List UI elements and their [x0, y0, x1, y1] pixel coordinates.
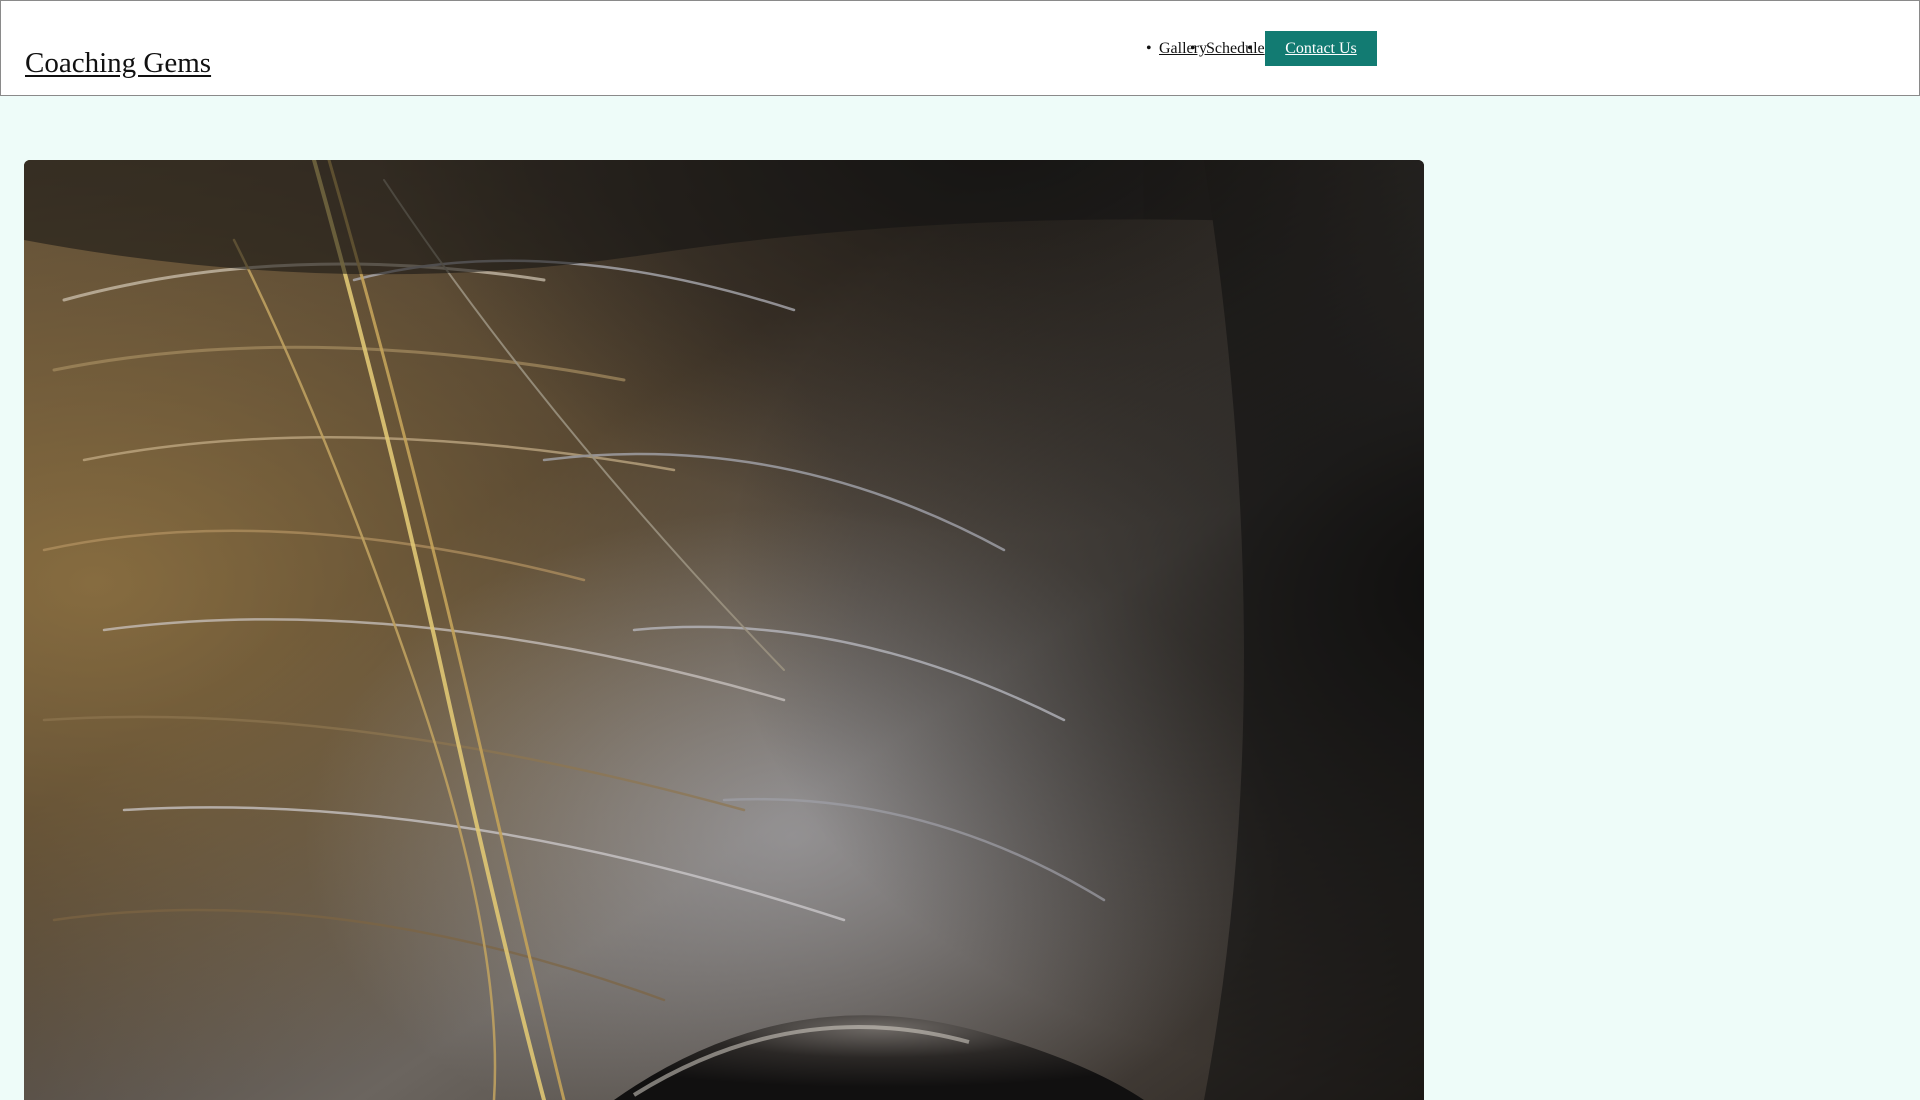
nav-bullet-icon: • [1146, 40, 1152, 57]
horse-fur-photo-graphic [24, 160, 1424, 1100]
nav-link-gallery[interactable]: Gallery [1159, 40, 1207, 58]
hero-image [24, 160, 1424, 1100]
contact-us-button[interactable]: Contact Us [1265, 31, 1377, 66]
nav-bullet-icon: • [1247, 40, 1253, 57]
nav-bullet-icon: • [1190, 40, 1196, 57]
nav-link-schedule[interactable]: Schedule [1206, 40, 1265, 58]
site-header: Coaching Gems • Gallery • Schedule • Con… [0, 0, 1920, 96]
site-title-link[interactable]: Coaching Gems [25, 45, 211, 81]
